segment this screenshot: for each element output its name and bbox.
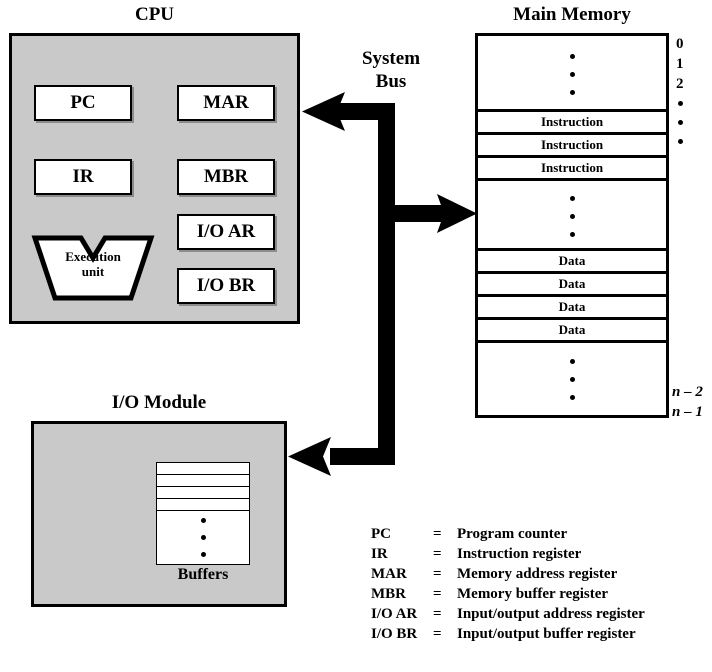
memory-address-n-minus-2: n – 2 [672, 384, 703, 400]
memory-cell-label: Instruction [540, 137, 604, 152]
memory-cell-dots-bottom [478, 343, 666, 415]
legend-description: Memory buffer register [457, 586, 609, 602]
legend-row: PC = Program counter [371, 526, 645, 546]
io-buffers-label: Buffers [177, 566, 229, 583]
legend-abbr: IR [371, 546, 388, 562]
memory-address-dot [678, 120, 683, 125]
legend-abbr: MAR [371, 566, 407, 582]
legend-row: I/O AR = Input/output address register [371, 606, 645, 626]
register-ir: IR [34, 159, 132, 195]
system-bus-label: System Bus [336, 47, 446, 93]
legend-table: PC = Program counter IR = Instruction re… [371, 526, 645, 646]
register-ir-label: IR [72, 166, 94, 187]
memory-cell-instruction-1: Instruction [478, 112, 666, 135]
dot [200, 552, 206, 557]
register-mar: MAR [177, 85, 275, 121]
register-mbr: MBR [177, 159, 275, 195]
memory-address-2: 2 [676, 76, 684, 92]
memory-address-n-minus-1: n – 1 [672, 404, 703, 420]
register-io-br-label: I/O BR [196, 275, 256, 296]
system-bus-line1: System [361, 48, 421, 69]
dot [200, 535, 206, 540]
legend-description: Input/output address register [457, 606, 645, 622]
memory-address-1: 1 [676, 56, 684, 72]
legend-equals: = [433, 546, 442, 562]
main-memory-module: Instruction Instruction Instruction Data… [475, 33, 669, 418]
memory-cell-dots-top [478, 36, 666, 112]
legend-equals: = [433, 566, 442, 582]
legend-row: I/O BR = Input/output buffer register [371, 626, 645, 646]
legend-equals: = [433, 626, 442, 642]
memory-cell-data-1: Data [478, 251, 666, 274]
io-buffers [156, 462, 250, 565]
memory-address-dot [678, 139, 683, 144]
legend-description: Program counter [457, 526, 568, 542]
legend-equals: = [433, 526, 442, 542]
legend-abbr: I/O AR [371, 606, 418, 622]
legend-equals: = [433, 586, 442, 602]
legend-description: Input/output buffer register [457, 626, 636, 642]
memory-cell-data-3: Data [478, 297, 666, 320]
memory-cell-instruction-2: Instruction [478, 135, 666, 158]
legend-equals: = [433, 606, 442, 622]
register-mbr-label: MBR [203, 166, 249, 187]
buffer-row [157, 499, 249, 511]
register-io-br: I/O BR [177, 268, 275, 304]
memory-cell-instruction-3: Instruction [478, 158, 666, 181]
legend-row: MBR = Memory buffer register [371, 586, 645, 606]
io-module-title: I/O Module [111, 392, 207, 413]
system-bus-line2: Bus [375, 71, 407, 92]
register-io-ar-label: I/O AR [196, 221, 256, 242]
cpu-title: CPU [134, 4, 175, 25]
diagram-canvas: CPU PC MAR IR MBR I/O AR I/O BR Executio… [0, 0, 712, 672]
dot [200, 518, 206, 523]
execution-unit-shape [31, 234, 155, 302]
main-memory-title: Main Memory [513, 4, 631, 25]
legend-abbr: I/O BR [371, 626, 418, 642]
memory-cell-label: Data [558, 299, 586, 314]
buffer-row [157, 475, 249, 487]
buffer-row [157, 487, 249, 499]
legend-description: Instruction register [457, 546, 582, 562]
register-mar-label: MAR [203, 92, 249, 113]
memory-cell-label: Instruction [540, 114, 604, 129]
buffer-row [157, 463, 249, 475]
register-io-ar: I/O AR [177, 214, 275, 250]
legend: PC = Program counter IR = Instruction re… [371, 526, 645, 646]
memory-cell-label: Data [558, 276, 586, 291]
register-pc-label: PC [70, 92, 96, 113]
legend-description: Memory address register [457, 566, 618, 582]
register-pc: PC [34, 85, 132, 121]
memory-cell-dots-middle [478, 181, 666, 251]
memory-cell-label: Instruction [540, 160, 604, 175]
legend-abbr: MBR [371, 586, 406, 602]
legend-abbr: PC [371, 526, 391, 542]
memory-address-dot [678, 101, 683, 106]
legend-row: MAR = Memory address register [371, 566, 645, 586]
memory-address-0: 0 [676, 36, 684, 52]
memory-cell-data-4: Data [478, 320, 666, 343]
io-buffers-dots [157, 511, 249, 564]
legend-row: IR = Instruction register [371, 546, 645, 566]
memory-cell-label: Data [558, 322, 586, 337]
memory-cell-data-2: Data [478, 274, 666, 297]
memory-cell-label: Data [558, 253, 586, 268]
